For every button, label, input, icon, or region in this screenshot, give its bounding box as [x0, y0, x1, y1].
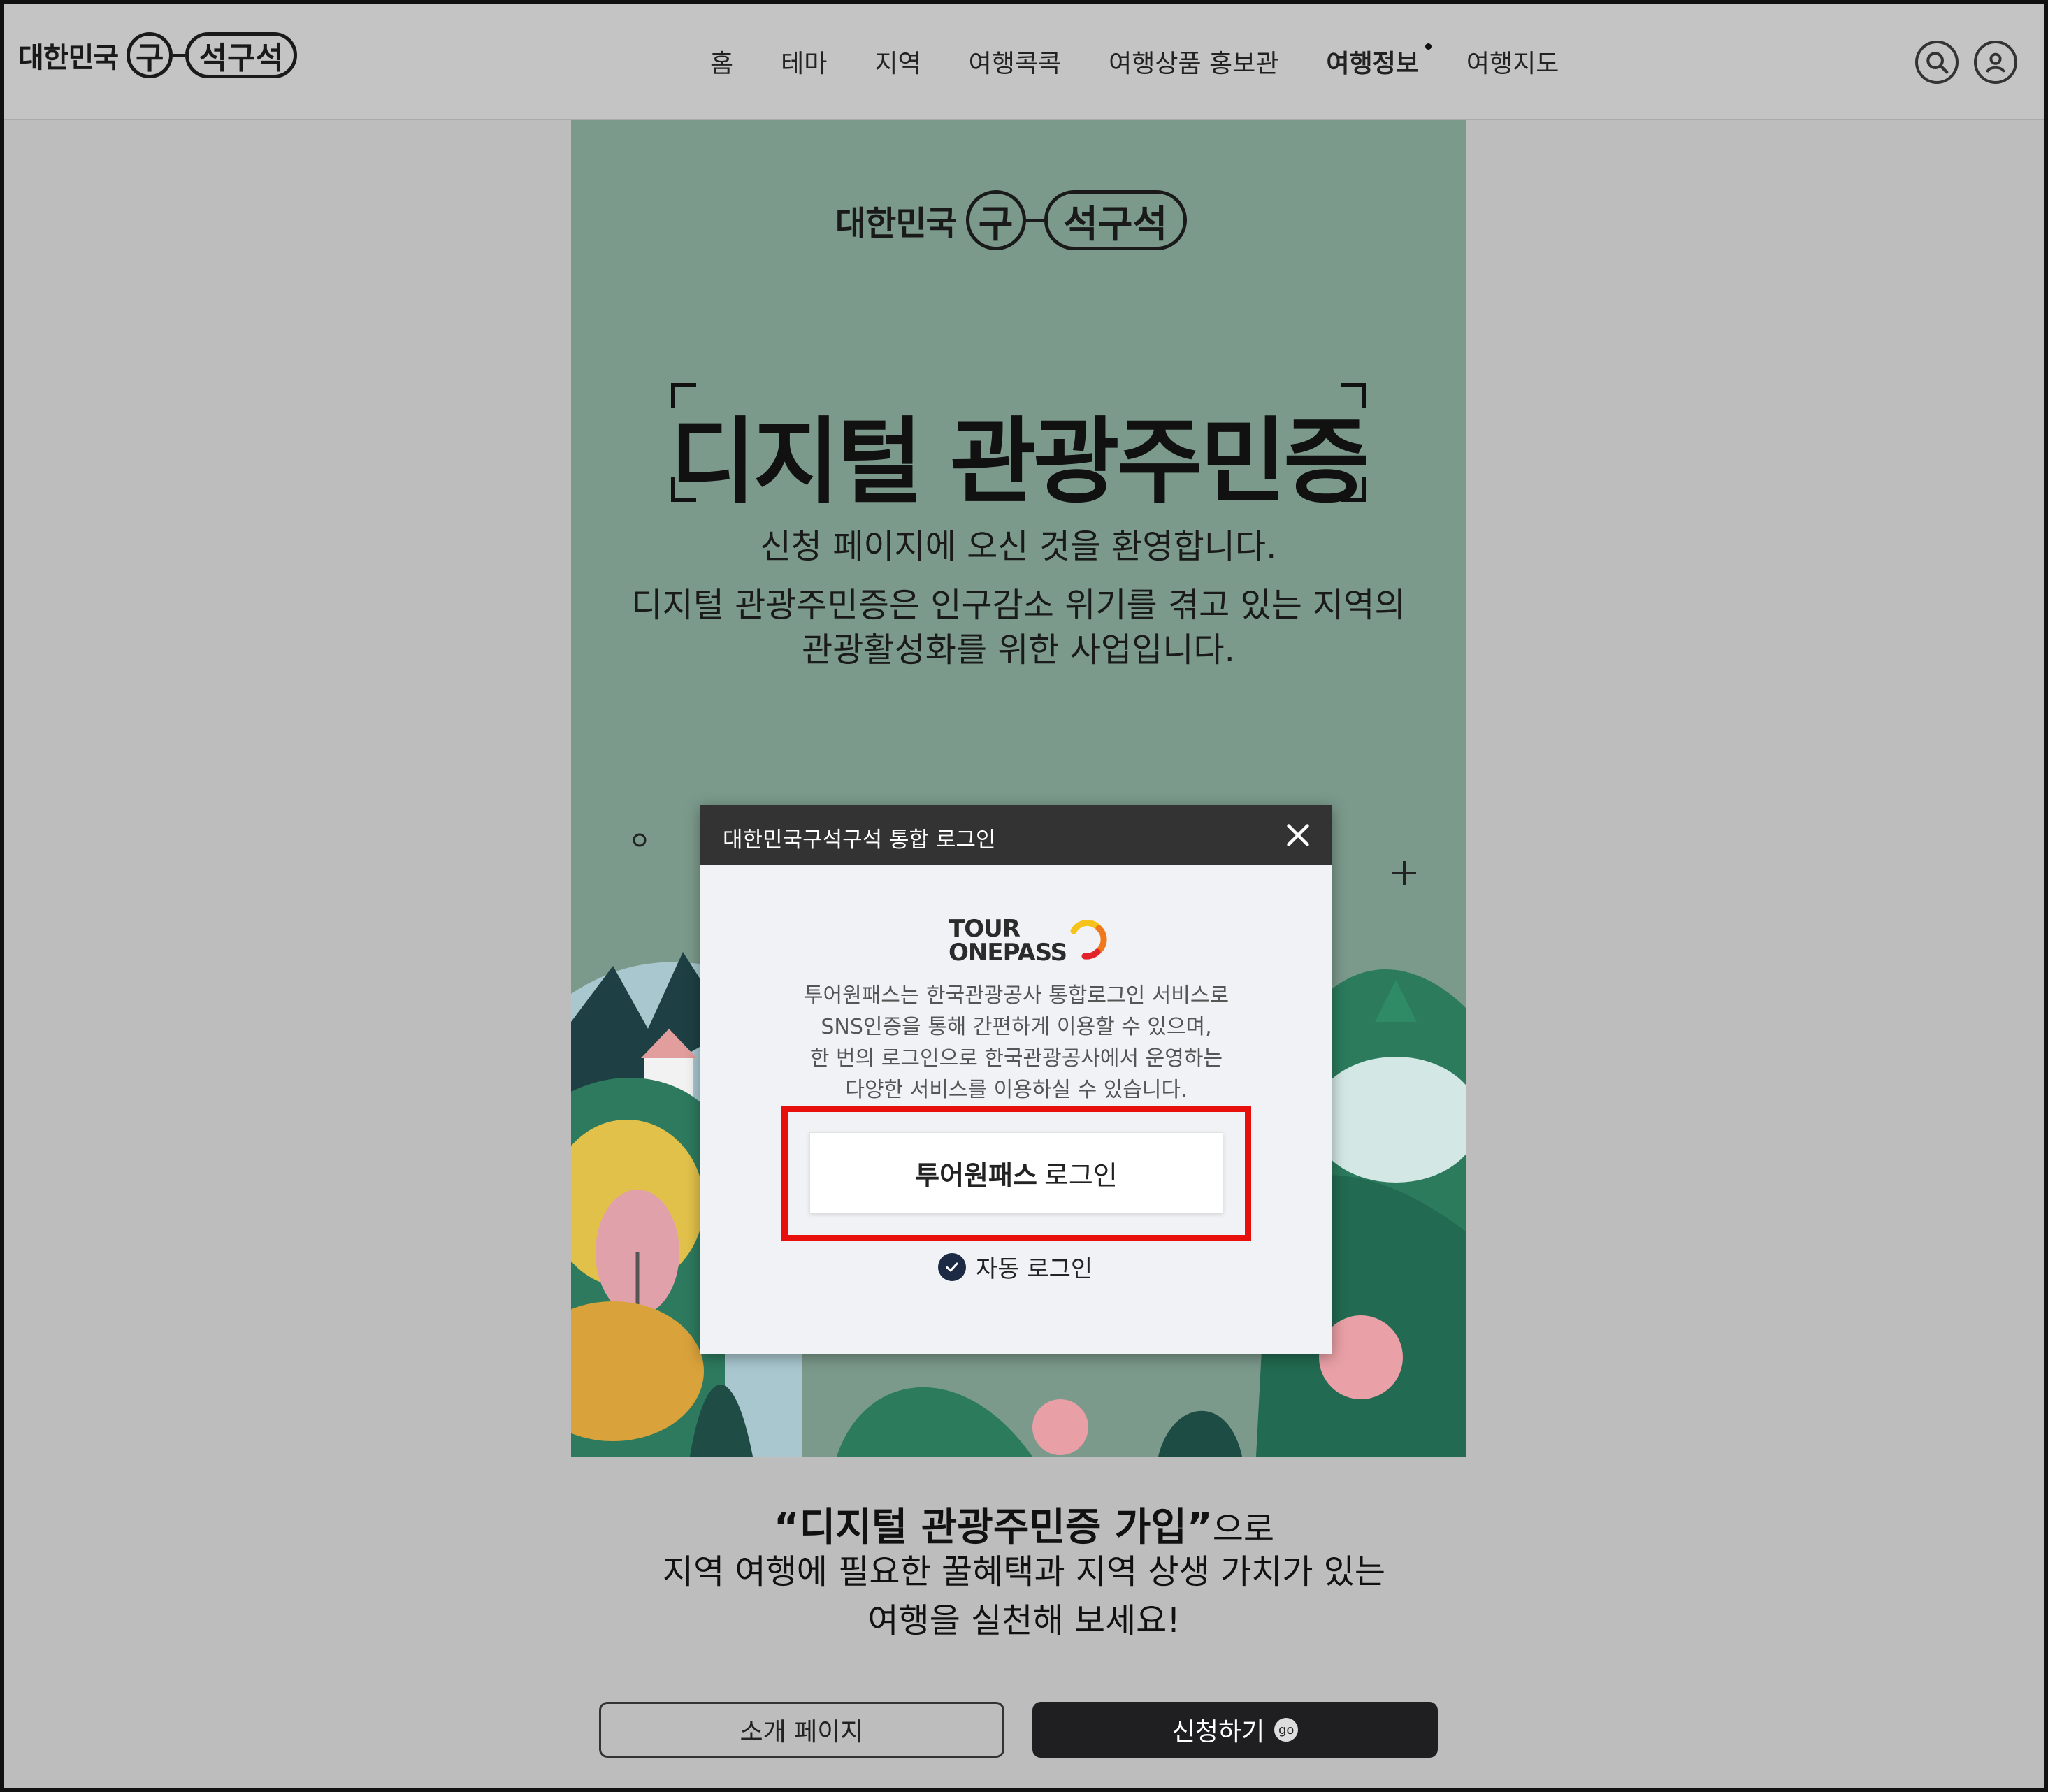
logo-prefix: 대한민국 [18, 42, 119, 74]
hero-logo-pill: 석구석 [1044, 190, 1187, 250]
tour-onepass-mark-icon [1070, 920, 1107, 960]
tour-onepass-line1: TOUR [949, 915, 1021, 943]
hero-title: 디지털 관광주민증 [670, 407, 1370, 516]
tour-onepass-line2: ONEPASS [949, 939, 1067, 967]
nav-item-product-hall[interactable]: 여행상품 홍보관 [1109, 43, 1278, 80]
modal-description-line4: 다양한 서비스를 이용하실 수 있습니다. [845, 1078, 1188, 1102]
bottom-description-line1: 지역 여행에 필요한 꿀혜택과 지역 상생 가치가 있는 [662, 1552, 1386, 1591]
hero-logo-prefix: 대한민국 [835, 204, 957, 243]
user-button[interactable] [1974, 41, 2017, 84]
tour-onepass-login-button[interactable]: 투어원패스 로그인 [809, 1132, 1223, 1213]
hero-description: 디지털 관광주민증은 인구감소 위기를 겪고 있는 지역의 관광활성화를 위한 … [627, 583, 1410, 672]
nav-item-travel-info[interactable]: 여행정보 [1326, 43, 1432, 80]
logo-pill: 석구석 [185, 32, 298, 78]
nav-item-theme[interactable]: 테마 [781, 43, 827, 80]
hero-description-line1: 디지털 관광주민증은 인구감소 위기를 겪고 있는 지역의 [631, 586, 1406, 625]
close-icon[interactable] [1282, 819, 1314, 851]
login-button-bold: 투어원패스 [915, 1159, 1037, 1191]
bottom-description: 지역 여행에 필요한 꿀혜택과 지역 상생 가치가 있는 여행을 실천해 보세요… [0, 1547, 2048, 1645]
tour-onepass-logo: TOUR ONEPASS [949, 917, 1107, 964]
modal-description-line2: SNS인증을 통해 간편하게 이용할 수 있으며, [821, 1015, 1212, 1039]
apply-button-label: 신청하기 [1171, 1718, 1265, 1747]
bottom-headline-quote: “디지털 관광주민증 가입” [773, 1505, 1213, 1550]
hero-welcome: 신청 페이지에 오신 것을 환영합니다. [760, 527, 1277, 566]
modal-description-line1: 투어원패스는 한국관광공사 통합로그인 서비스로 [803, 983, 1229, 1008]
nav-item-region[interactable]: 지역 [874, 43, 921, 80]
login-modal: 대한민국구석구석 통합 로그인 TOUR ONEPASS 투어원패스는 한국관광… [700, 805, 1332, 1354]
intro-page-button[interactable]: 소개 페이지 [599, 1702, 1004, 1758]
hero-description-line2: 관광활성화를 위한 사업입니다. [802, 630, 1235, 670]
modal-description: 투어원패스는 한국관광공사 통합로그인 서비스로 SNS인증을 통해 간편하게 … [728, 980, 1304, 1106]
user-icon [1986, 52, 2005, 73]
check-icon [938, 1252, 966, 1281]
modal-title: 대한민국구석구석 통합 로그인 [723, 828, 996, 853]
apply-button[interactable]: 신청하기 go [1032, 1702, 1438, 1758]
bottom-headline: “디지털 관광주민증 가입”으로 [0, 1496, 2048, 1552]
hero-logo-dash [1025, 218, 1044, 222]
search-icon [1926, 52, 1949, 74]
go-badge-icon: go [1274, 1718, 1299, 1742]
nav-item-travel-pick[interactable]: 여행콕콕 [969, 43, 1061, 80]
login-button-text: 로그인 [1044, 1159, 1118, 1191]
site-header: 대한민국 구 석구석 홈 테마 지역 여행콕콕 여행상품 홍보관 여행정보 여행… [4, 4, 2044, 120]
modal-header: 대한민국구석구석 통합 로그인 [700, 805, 1332, 865]
logo-dash [173, 53, 186, 57]
tour-onepass-wordmark: TOUR ONEPASS [949, 917, 1067, 964]
hero-logo: 대한민국 구 석구석 [835, 190, 1187, 250]
main-nav: 홈 테마 지역 여행콕콕 여행상품 홍보관 여행정보 여행지도 [710, 43, 1606, 80]
nav-item-travel-map[interactable]: 여행지도 [1466, 43, 1559, 80]
search-button[interactable] [1915, 41, 1959, 84]
hero-logo-circle: 구 [965, 190, 1026, 250]
modal-description-line3: 한 번의 로그인으로 한국관광공사에서 운영하는 [809, 1046, 1223, 1071]
bottom-description-line2: 여행을 실천해 보세요! [867, 1601, 1181, 1640]
nav-item-home[interactable]: 홈 [710, 43, 733, 80]
auto-login-label: 자동 로그인 [976, 1255, 1093, 1283]
auto-login-checkbox[interactable]: 자동 로그인 [938, 1250, 1092, 1284]
site-logo[interactable]: 대한민국 구 석구석 [18, 32, 298, 78]
logo-circle: 구 [127, 32, 173, 78]
bottom-headline-suffix: 으로 [1212, 1510, 1275, 1549]
intro-page-button-label: 소개 페이지 [740, 1718, 864, 1747]
